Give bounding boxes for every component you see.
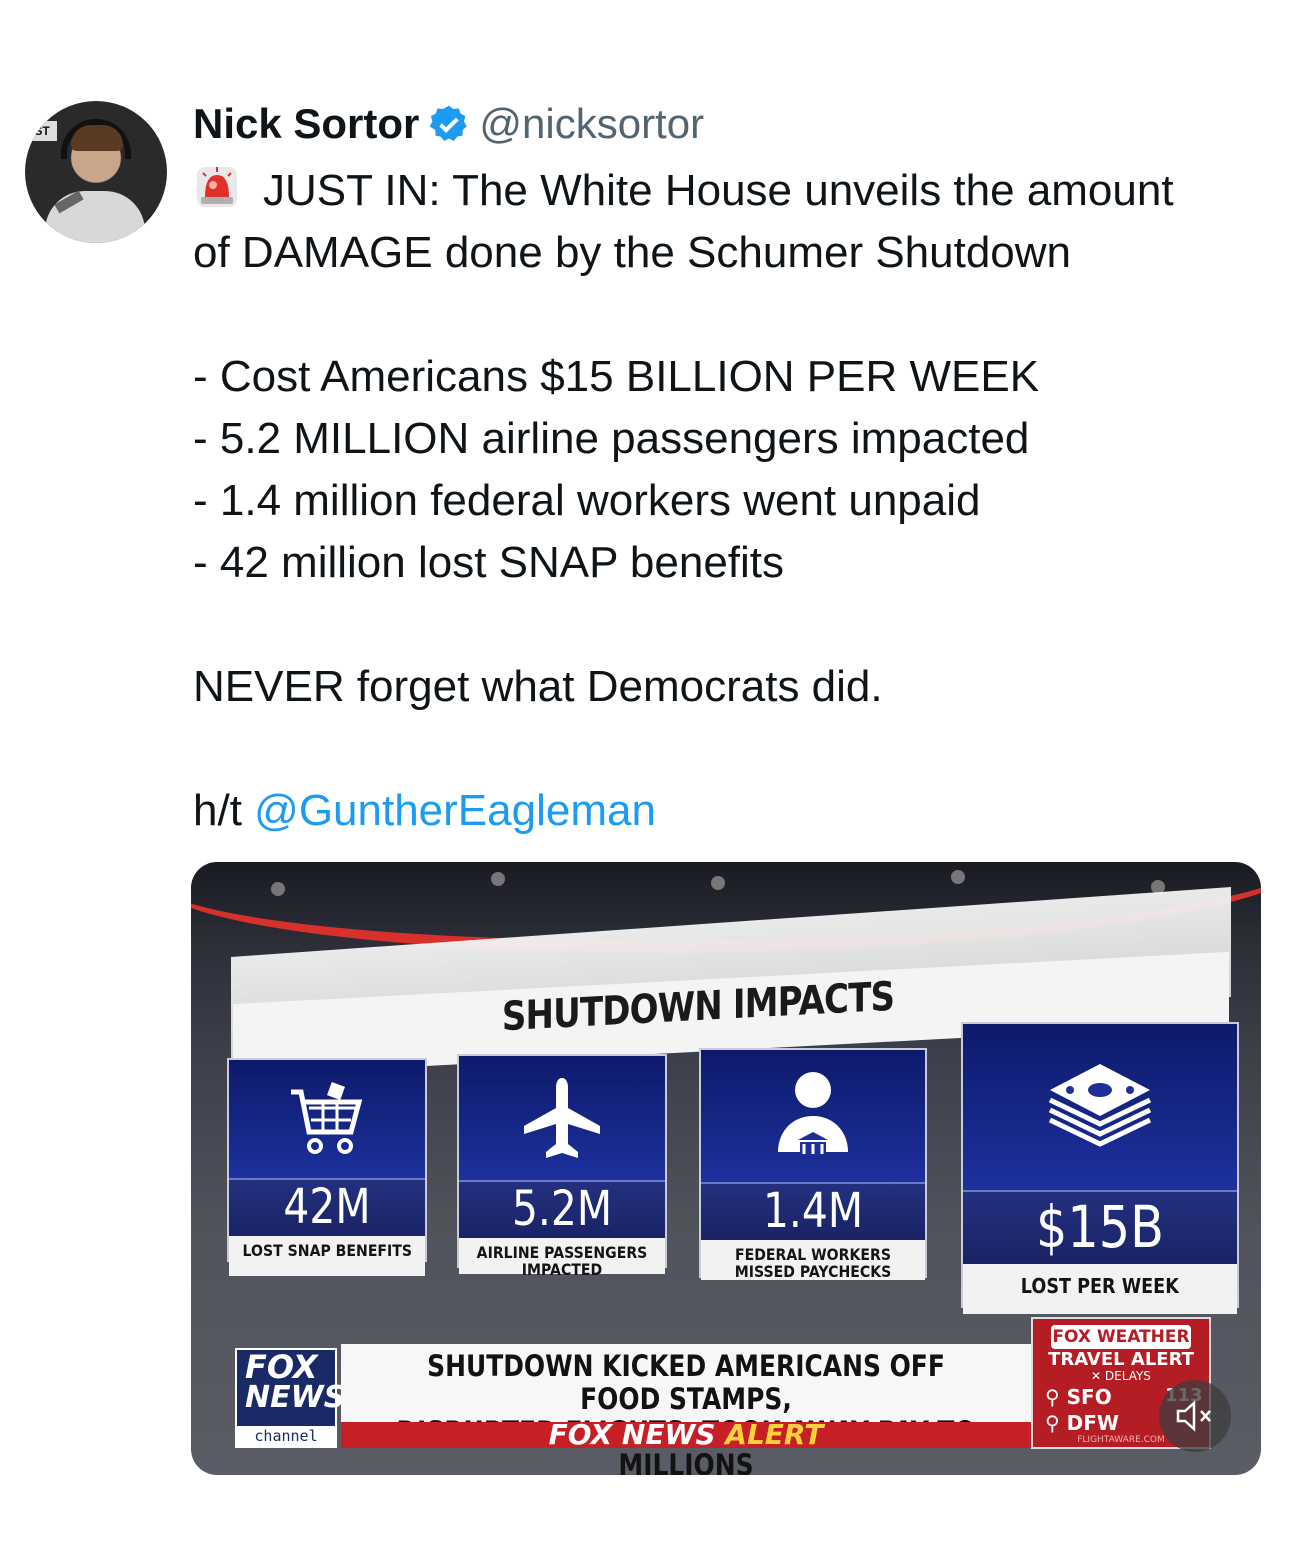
stat-label-box: FEDERAL WORKERS MISSED PAYCHECKS (701, 1240, 925, 1280)
money-stack-icon (1040, 1050, 1160, 1155)
tweet-line-2: of DAMAGE done by the Schumer Shutdown (193, 228, 1072, 277)
travel-alert-title: TRAVEL ALERT (1048, 1349, 1194, 1370)
stat-label: FEDERAL WORKERS MISSED PAYCHECKS (734, 1245, 892, 1281)
logo-channel-text: channel (237, 1426, 335, 1446)
airport-row: ⚲ DFW (1045, 1411, 1119, 1435)
hat-tip-prefix: h/t (193, 786, 242, 835)
stat-card-money: $15B LOST PER WEEK (961, 1022, 1239, 1314)
hat-tip-line: h/t @GuntherEagleman (193, 780, 1273, 842)
fox-weather-logo: FOX WEATHER (1051, 1325, 1191, 1349)
tweet-header: Nick Sortor @nicksortor (193, 98, 704, 150)
headline: SHUTDOWN KICKED AMERICANS OFF FOOD STAMP… (389, 1349, 982, 1476)
bullet-line: - 1.4 million federal workers went unpai… (193, 476, 981, 525)
stat-label-box: LOST PER WEEK (963, 1264, 1237, 1314)
shopping-cart-icon (287, 1078, 367, 1169)
headline-box: SHUTDOWN KICKED AMERICANS OFF FOOD STAMP… (341, 1344, 1031, 1475)
bullet-line: - Cost Americans $15 BILLION PER WEEK (193, 352, 1040, 401)
airport-code: SFO (1066, 1385, 1112, 1409)
stat-label-box: AIRLINE PASSENGERS IMPACTED (459, 1238, 665, 1278)
author-name[interactable]: Nick Sortor (193, 100, 419, 148)
author-handle[interactable]: @nicksortor (479, 100, 704, 148)
location-pin-icon: ⚲ (1045, 1411, 1060, 1435)
stat-label-box: LOST SNAP BENEFITS (229, 1236, 425, 1276)
avatar-hair (71, 125, 123, 151)
airplane-icon (517, 1074, 607, 1169)
speaker-muted-icon (1176, 1400, 1211, 1432)
logo-fox-text: FOX (245, 1348, 318, 1386)
fox-news-logo: FOX NEWS channel (235, 1348, 345, 1448)
stat-card-airline: 5.2M AIRLINE PASSENGERS IMPACTED (457, 1054, 667, 1278)
tweet-line-1: JUST IN: The White House unveils the amo… (193, 160, 1273, 222)
verified-badge-icon (429, 104, 469, 144)
closing-line: NEVER forget what Democrats did. (193, 662, 883, 711)
avatar-shirt (45, 191, 145, 243)
alert-fox-news: FOX NEWS (548, 1418, 716, 1451)
stat-label: LOST SNAP BENEFITS (242, 1241, 412, 1260)
tweet-media-video[interactable]: SHUTDOWN IMPACTS 42M LOST SNAP BENEFITS … (191, 862, 1261, 1475)
bullet-line: - 5.2 MILLION airline passengers impacte… (193, 414, 1030, 463)
stat-label: LOST PER WEEK (1020, 1274, 1180, 1298)
siren-icon (193, 163, 241, 211)
mute-button[interactable] (1159, 1380, 1231, 1452)
stat-value: 1.4M (762, 1183, 864, 1239)
headline-line-1: SHUTDOWN KICKED AMERICANS OFF FOOD STAMP… (427, 1349, 945, 1416)
alert-bar: FOX NEWS ALERT (341, 1420, 1031, 1450)
federal-worker-icon (768, 1068, 858, 1169)
stat-value: 42M (283, 1179, 371, 1235)
mention-link[interactable]: @GuntherEagleman (254, 786, 656, 835)
alert-text: FOX NEWS ALERT (341, 1420, 1031, 1450)
stat-label: AIRLINE PASSENGERS IMPACTED (476, 1243, 648, 1279)
stat-value: $15B (1036, 1193, 1164, 1261)
tweet-line-1-text: JUST IN: The White House unveils the amo… (263, 166, 1174, 215)
airport-code: DFW (1066, 1411, 1119, 1435)
stat-card-snap: 42M LOST SNAP BENEFITS (227, 1058, 427, 1276)
stat-value: 5.2M (511, 1181, 613, 1237)
news-lower-third: FOX NEWS channel SHUTDOWN KICKED AMERICA… (235, 1320, 1035, 1475)
tweet-body: JUST IN: The White House unveils the amo… (193, 160, 1273, 842)
location-pin-icon: ⚲ (1045, 1385, 1060, 1409)
alert-word: ALERT (725, 1418, 824, 1451)
bullet-line: - 42 million lost SNAP benefits (193, 538, 785, 587)
logo-news-text: NEWS (245, 1380, 346, 1415)
author-avatar[interactable]: ST (25, 101, 167, 243)
stat-card-federal: 1.4M FEDERAL WORKERS MISSED PAYCHECKS (699, 1048, 927, 1280)
avatar-badge: ST (27, 121, 57, 141)
airport-row: ⚲ SFO (1045, 1385, 1112, 1409)
